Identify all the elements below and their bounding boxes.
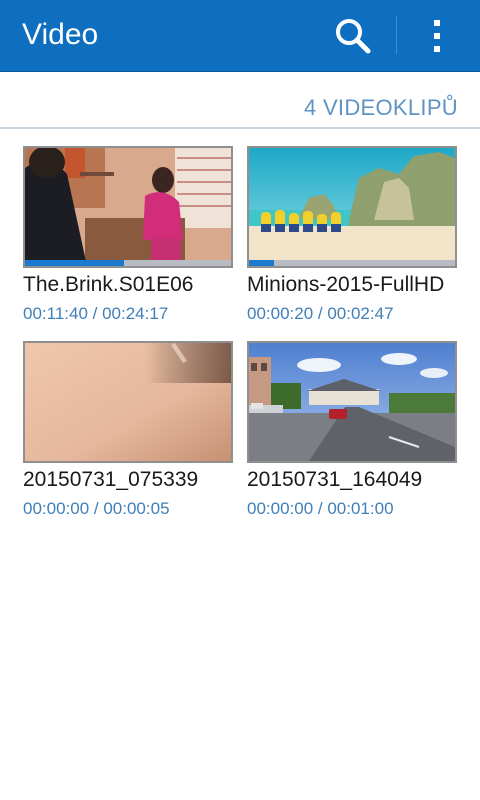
playback-progress-fill (25, 260, 124, 266)
playback-progress-fill (249, 260, 274, 266)
app-bar-divider (396, 16, 397, 54)
video-thumbnail (23, 146, 233, 268)
playback-progress-bar (249, 260, 455, 266)
playback-progress-bar (25, 260, 231, 266)
video-item-the-brink[interactable]: The.Brink.S01E06 00:11:40 / 00:24:17 (23, 146, 233, 331)
video-time: 00:00:20 / 00:02:47 (247, 304, 394, 323)
video-thumbnail (247, 146, 457, 268)
video-thumbnail (247, 341, 457, 463)
video-count-label: 4 VIDEOKLIPŮ (304, 95, 458, 120)
app-bar: Video (0, 0, 480, 71)
video-title: 20150731_075339 (23, 468, 199, 491)
video-time: 00:00:00 / 00:00:05 (23, 499, 170, 518)
video-time: 00:11:40 / 00:24:17 (23, 304, 169, 323)
video-item-20150731-164049[interactable]: 20150731_164049 00:00:00 / 00:01:00 (247, 341, 457, 526)
search-button[interactable] (330, 14, 374, 58)
more-vert-icon (434, 20, 440, 52)
search-icon (336, 19, 371, 54)
video-thumbnail (23, 341, 233, 463)
video-item-20150731-075339[interactable]: 20150731_075339 00:00:00 / 00:00:05 (23, 341, 233, 526)
video-time: 00:00:00 / 00:01:00 (247, 499, 394, 518)
header-divider (0, 127, 480, 129)
video-item-minions[interactable]: Minions-2015-FullHD 00:00:20 / 00:02:47 (247, 146, 457, 331)
video-title: 20150731_164049 (247, 468, 423, 491)
app-title: Video (22, 18, 99, 51)
video-count-header: 4 VIDEOKLIPŮ (0, 71, 480, 129)
video-title: Minions-2015-FullHD (247, 273, 445, 296)
more-options-button[interactable] (418, 14, 458, 58)
video-title: The.Brink.S01E06 (23, 273, 194, 296)
